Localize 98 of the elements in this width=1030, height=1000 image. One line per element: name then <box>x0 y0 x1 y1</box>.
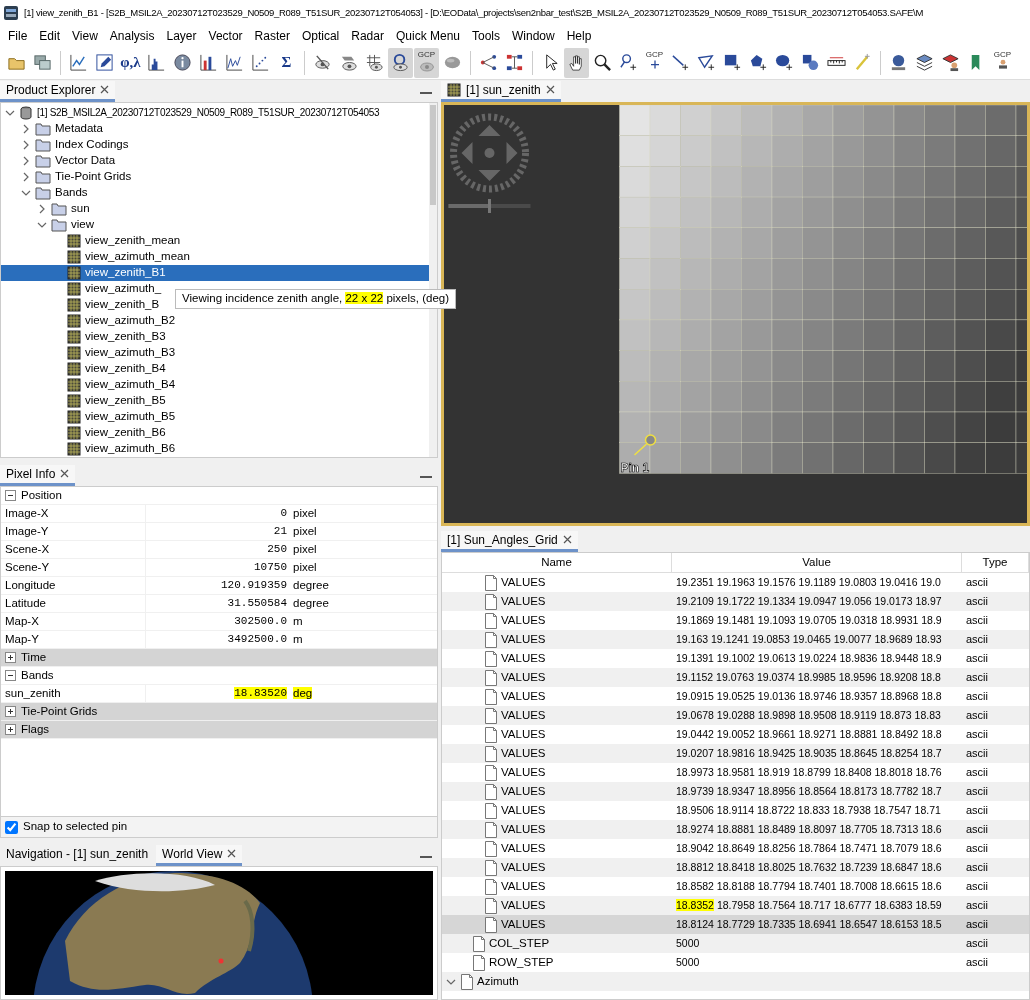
row-value: 18.9739 18.9347 18.8956 18.8564 18.8173 18.7782 18.7 <box>676 785 942 798</box>
row-type: ascii <box>966 841 988 854</box>
row-value: 3492500.0 <box>227 632 287 645</box>
row-label: Map-X <box>5 614 39 629</box>
row-unit: pixel <box>293 542 317 555</box>
row-value: 19.2351 19.1963 19.1576 19.1189 19.0803 19.0416 19.0 <box>676 576 941 589</box>
row-unit: degree <box>293 578 329 591</box>
row-value: 19.1391 19.1002 19.0613 19.0224 18.9836 18.9448 18.9 <box>676 652 942 665</box>
row-type: ascii <box>966 822 988 835</box>
row-label: Latitude <box>5 596 46 611</box>
row-type: ascii <box>966 613 988 626</box>
row-name: VALUES <box>501 708 546 723</box>
row-value: 19.0915 19.0525 19.0136 18.9746 18.9357 18.8968 18.8 <box>676 690 942 703</box>
row-name: VALUES <box>501 594 546 609</box>
row-name: VALUES <box>501 917 546 932</box>
row-value: 18.9274 18.8881 18.8489 18.8097 18.7705 18.7313 18.6 <box>676 823 942 836</box>
row-type: ascii <box>966 746 988 759</box>
row-name: VALUES <box>501 841 546 856</box>
row-unit: deg <box>293 686 313 699</box>
row-name: VALUES <box>501 651 546 666</box>
row-value: 18.8812 18.8418 18.8025 18.7632 18.7239 18.6847 18.6 <box>676 861 942 874</box>
column-header: Type <box>982 555 1008 570</box>
row-type: ascii <box>966 689 988 702</box>
row-type: ascii <box>966 670 988 683</box>
row-type: ascii <box>966 651 988 664</box>
row-unit: pixel <box>293 524 317 537</box>
row-label: Scene-Y <box>5 560 50 575</box>
row-value: 19.1869 19.1481 19.1093 19.0705 19.0318 18.9931 18.9 <box>676 614 942 627</box>
row-type: ascii <box>966 594 988 607</box>
row-value: 0 <box>280 506 287 519</box>
row-unit: degree <box>293 596 329 609</box>
row-value: 250 <box>267 542 287 555</box>
window-title: [1] view_zenith_B1 - [S2B_MSIL2A_20230712T023529_N0509_R089_T51SUR_20230712T054053] - [D:\EOData\_projects\sen2nbar_test\S2B_MSIL2A_20230712T023529_N0509_R089_T51SUR_20230712T054053.SAFE\M <box>24 7 923 19</box>
row-type: ascii <box>966 936 988 949</box>
row-value: 18.8352 18.7958 18.7564 18.717 18.6777 18.6383 18.59 <box>676 899 942 912</box>
row-value: 19.1152 19.0763 19.0374 18.9985 18.9596 18.9208 18.8 <box>676 671 941 684</box>
row-unit: m <box>293 614 303 627</box>
row-type: ascii <box>966 860 988 873</box>
row-type: ascii <box>966 575 988 588</box>
row-label: Map-Y <box>5 632 39 647</box>
row-name: VALUES <box>501 860 546 875</box>
row-value: 18.9506 18.9114 18.8722 18.833 18.7938 18.7547 18.71 <box>676 804 941 817</box>
row-value: 18.8582 18.8188 18.7794 18.7401 18.7008 18.6615 18.6 <box>676 880 942 893</box>
row-name: VALUES <box>501 822 546 837</box>
row-value: 5000 <box>676 956 700 969</box>
column-header: Value <box>802 555 831 570</box>
row-value: 5000 <box>676 937 700 950</box>
row-name: VALUES <box>501 879 546 894</box>
row-name: VALUES <box>501 689 546 704</box>
row-label: Image-X <box>5 506 49 521</box>
row-unit: m <box>293 632 303 645</box>
tooltip: Viewing incidence zenith angle, 22 x 22 pixels, (deg) <box>175 289 457 309</box>
row-unit: pixel <box>293 506 317 519</box>
column-header: Name <box>541 555 572 570</box>
row-value: 19.0442 19.0052 18.9661 18.9271 18.8881 18.8492 18.8 <box>676 728 942 741</box>
row-name: VALUES <box>501 803 546 818</box>
row-unit: pixel <box>293 560 317 573</box>
row-name: VALUES <box>501 898 546 913</box>
row-name: VALUES <box>501 765 546 780</box>
row-type: ascii <box>966 955 988 968</box>
row-type: ascii <box>966 803 988 816</box>
row-value: 19.163 19.1241 19.0853 19.0465 19.0077 18.9689 18.93 <box>676 633 942 646</box>
row-value: 18.8124 18.7729 18.7335 18.6941 18.6547 18.6153 18.5 <box>676 918 942 931</box>
row-name: VALUES <box>501 746 546 761</box>
row-name: VALUES <box>501 727 546 742</box>
row-label: sun_zenith <box>5 686 61 701</box>
row-value: 18.9042 18.8649 18.8256 18.7864 18.7471 18.7079 18.6 <box>676 842 942 855</box>
row-name: Azimuth <box>477 974 519 989</box>
row-value: 18.9973 18.9581 18.919 18.8799 18.8408 18.8018 18.76 <box>676 766 942 779</box>
row-type: ascii <box>966 879 988 892</box>
row-type: ascii <box>966 632 988 645</box>
pin-label: Pin 1 <box>620 461 650 475</box>
row-value: 120.919359 <box>221 578 287 591</box>
row-label: Image-Y <box>5 524 49 539</box>
row-type: ascii <box>966 898 988 911</box>
row-type: ascii <box>966 727 988 740</box>
row-type: ascii <box>966 784 988 797</box>
row-name: VALUES <box>501 784 546 799</box>
row-value: 302500.0 <box>234 614 287 627</box>
row-type: ascii <box>966 765 988 778</box>
row-label: Longitude <box>5 578 56 593</box>
row-name: VALUES <box>501 575 546 590</box>
row-value: 19.0678 19.0288 18.9898 18.9508 18.9119 18.873 18.83 <box>676 709 941 722</box>
row-name: COL_STEP <box>489 936 550 951</box>
row-value: 19.0207 18.9816 18.9425 18.9035 18.8645 18.8254 18.7 <box>676 747 942 760</box>
checkbox-label: Snap to selected pin <box>23 820 128 834</box>
row-type: ascii <box>966 917 988 930</box>
row-value: 19.2109 19.1722 19.1334 19.0947 19.056 19.0173 18.97 <box>676 595 942 608</box>
row-value: 10750 <box>254 560 287 573</box>
row-name: VALUES <box>501 670 546 685</box>
row-label: Scene-X <box>5 542 50 557</box>
row-type: ascii <box>966 708 988 721</box>
row-name: VALUES <box>501 632 546 647</box>
row-value: 21 <box>273 524 287 537</box>
row-value: 18.83520 <box>234 686 287 699</box>
row-name: VALUES <box>501 613 546 628</box>
row-name: ROW_STEP <box>489 955 554 970</box>
row-value: 31.550584 <box>227 596 287 609</box>
